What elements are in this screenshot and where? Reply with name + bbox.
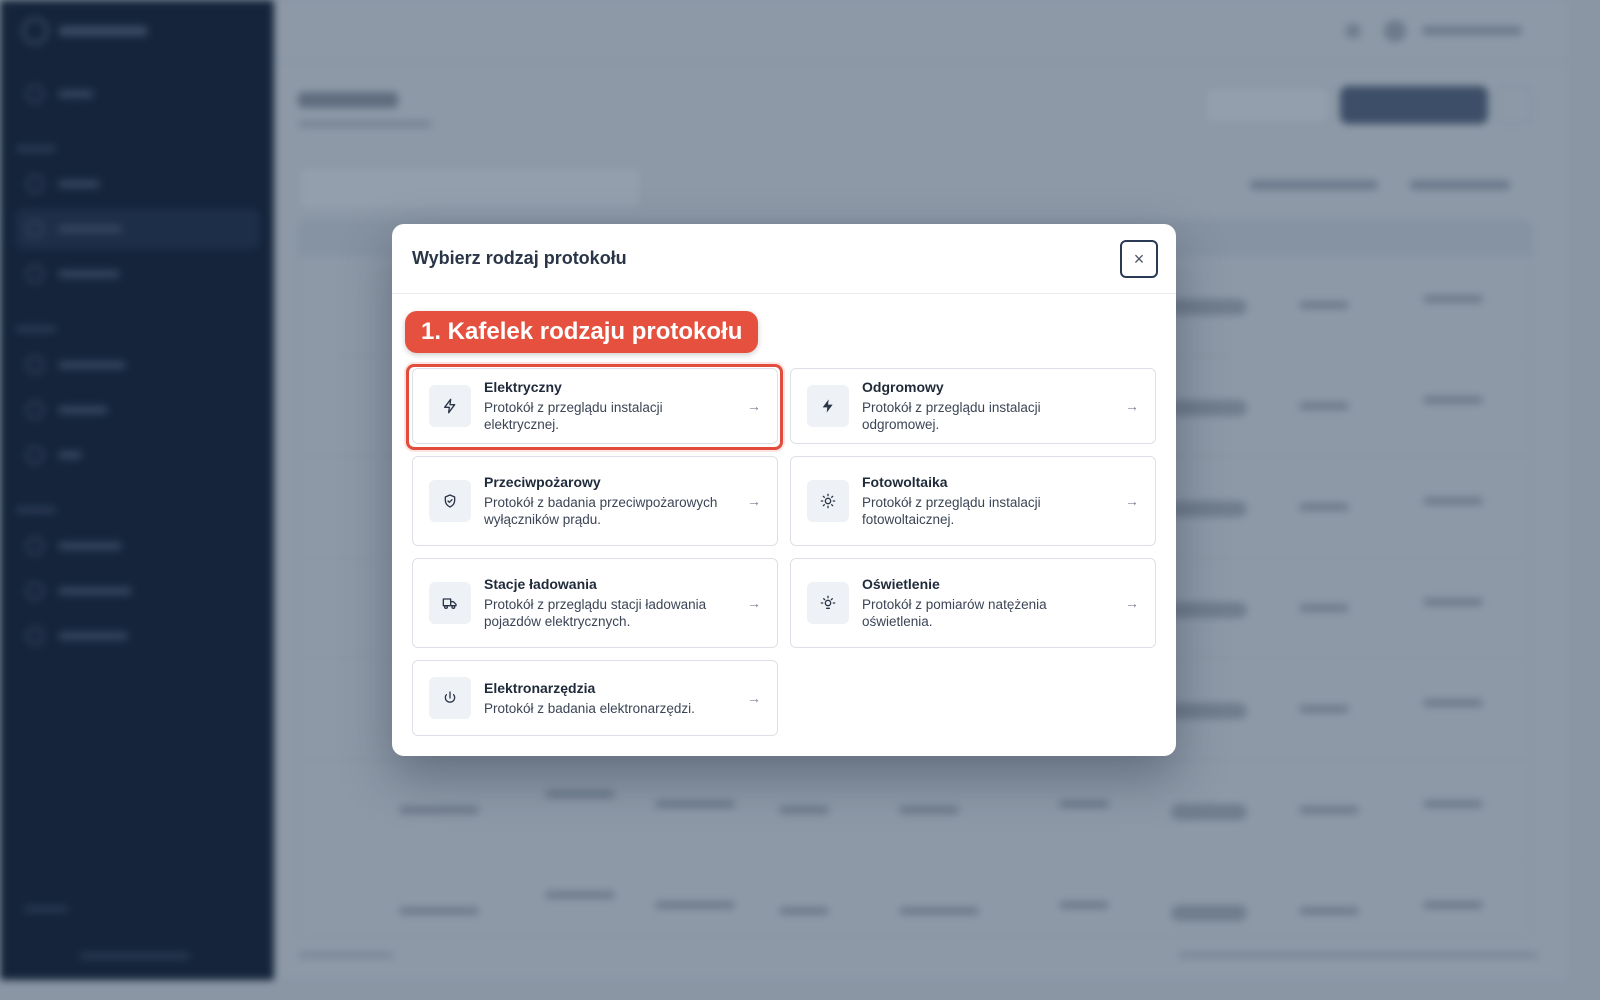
sidebar-section-label — [16, 507, 56, 513]
arrow-right-icon: → — [747, 595, 761, 611]
nav-icon — [26, 582, 44, 600]
truck-icon — [429, 582, 471, 624]
status-filter[interactable] — [1250, 180, 1378, 190]
tile-description: Protokół z przeglądu instalacji elektryc… — [484, 400, 663, 432]
tile-odgromowy[interactable]: Odgromowy Protokół z przeglądu instalacj… — [790, 368, 1156, 444]
sidebar-item[interactable] — [16, 390, 260, 430]
nav-icon — [26, 627, 44, 645]
tile-title: Stacje ładowania — [484, 576, 597, 592]
arrow-right-icon: → — [1125, 595, 1139, 611]
close-icon: × — [1133, 248, 1145, 269]
sidebar-item[interactable] — [16, 345, 260, 385]
tile-title: Oświetlenie — [862, 576, 940, 592]
tile-title: Elektronarzędzia — [484, 679, 596, 696]
tile-description: Protokół z przeglądu instalacji fotowolt… — [862, 495, 1041, 527]
arrow-right-icon: → — [747, 690, 761, 706]
top-bar — [274, 0, 1568, 62]
nav-icon — [26, 446, 44, 464]
modal-title: Wybierz rodzaj protokołu — [412, 248, 627, 268]
protocol-type-grid: Elektryczny Protokół z przeglądu instala… — [412, 368, 1156, 736]
sidebar-item[interactable] — [16, 571, 260, 611]
modal-header: Wybierz rodzaj protokołu × — [392, 224, 1176, 294]
tile-fotowoltaika[interactable]: Fotowoltaika Protokół z przeglądu instal… — [790, 456, 1156, 546]
logo-mark-icon — [22, 18, 48, 44]
shield-check-icon — [429, 480, 471, 522]
protocol-type-modal: Wybierz rodzaj protokołu × Elektryczny P… — [392, 224, 1176, 756]
user-menu[interactable] — [1422, 26, 1522, 35]
tile-przeciwpozarowy[interactable]: Przeciwpożarowy Protokół z badania przec… — [412, 456, 778, 546]
arrow-right-icon: → — [747, 398, 761, 414]
nav-icon — [26, 85, 44, 103]
page-size-select[interactable] — [1410, 180, 1510, 190]
table-row[interactable] — [299, 760, 1531, 861]
tile-oswietlenie[interactable]: Oświetlenie Protokół z pomiarów natężeni… — [790, 558, 1156, 648]
sidebar-item[interactable] — [16, 164, 260, 204]
annotation-callout: 1. Kafelek rodzaju protokołu — [405, 311, 759, 353]
sidebar-item[interactable] — [16, 435, 260, 475]
tile-stacje-ladowania[interactable]: Stacje ładowania Protokół z przeglądu st… — [412, 558, 778, 648]
tile-description: Protokół z badania elektronarzędzi. — [484, 700, 695, 716]
sidebar-item[interactable] — [16, 616, 260, 656]
bell-icon[interactable] — [1346, 24, 1360, 38]
tile-description: Protokół z badania przeciwpożarowych wył… — [484, 495, 718, 527]
bolt-filled-icon — [807, 385, 849, 427]
sidebar-section-label — [16, 146, 56, 152]
sidebar-item[interactable] — [16, 254, 260, 294]
power-icon — [429, 677, 471, 719]
nav-icon — [26, 537, 44, 555]
sidebar-item-active[interactable] — [16, 209, 260, 249]
sidebar — [0, 0, 274, 980]
page-subtitle — [298, 120, 432, 128]
more-button[interactable] — [1496, 86, 1532, 124]
nav-icon — [26, 401, 44, 419]
close-button[interactable]: × — [1120, 240, 1158, 278]
tile-title: Odgromowy — [862, 379, 944, 395]
tile-title: Elektryczny — [484, 379, 562, 395]
tile-description: Protokół z pomiarów natężenia oświetleni… — [862, 597, 1047, 629]
nav-icon — [26, 220, 44, 238]
search-input[interactable] — [298, 166, 642, 210]
arrow-right-icon: → — [1125, 493, 1139, 509]
nav-icon — [26, 356, 44, 374]
tile-description: Protokół z przeglądu stacji ładowania po… — [484, 597, 707, 629]
nav-icon — [26, 175, 44, 193]
sidebar-item[interactable] — [16, 74, 260, 114]
tile-description: Protokół z przeglądu instalacji odgromow… — [862, 400, 1041, 432]
arrow-right-icon: → — [747, 493, 761, 509]
tile-elektronarzedzia[interactable]: Elektronarzędzia Protokół z badania elek… — [412, 660, 778, 736]
sidebar-item[interactable] — [16, 526, 260, 566]
lightbulb-icon — [807, 582, 849, 624]
primary-button[interactable] — [1340, 86, 1488, 124]
page-title — [298, 92, 398, 108]
table-row[interactable] — [299, 861, 1531, 962]
nav-icon — [26, 265, 44, 283]
tile-elektryczny[interactable]: Elektryczny Protokół z przeglądu instala… — [412, 368, 778, 444]
tile-title: Fotowoltaika — [862, 474, 948, 490]
avatar[interactable] — [1384, 20, 1406, 42]
arrow-right-icon: → — [1125, 398, 1139, 414]
bolt-outline-icon — [429, 385, 471, 427]
secondary-button[interactable] — [1204, 86, 1330, 124]
tile-title: Przeciwpożarowy — [484, 474, 601, 490]
app-logo — [22, 18, 148, 44]
sidebar-section-label — [16, 326, 56, 332]
sun-icon — [807, 480, 849, 522]
